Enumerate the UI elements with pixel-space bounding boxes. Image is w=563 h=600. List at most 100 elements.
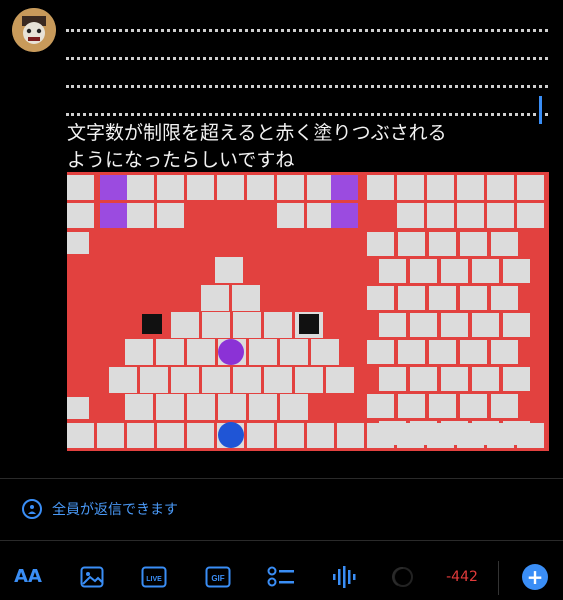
add-tweet-button[interactable]: + — [521, 553, 549, 600]
brick — [367, 232, 394, 256]
brick — [295, 367, 323, 393]
brick — [367, 394, 394, 418]
brick — [441, 367, 468, 391]
char-counter: -442 — [440, 553, 484, 600]
brick — [67, 423, 94, 448]
brick — [215, 257, 243, 283]
brick — [398, 232, 425, 256]
image-icon — [80, 566, 104, 587]
brick — [337, 423, 364, 448]
purple-block — [100, 175, 127, 200]
text-size-button[interactable]: AA — [12, 553, 44, 600]
brick — [503, 259, 530, 283]
brick — [410, 367, 437, 391]
brick — [264, 312, 292, 338]
overflow-dotted-line — [66, 94, 548, 124]
brick — [326, 367, 354, 393]
overflow-dotted-line — [66, 66, 548, 88]
brick — [307, 423, 334, 448]
brick — [398, 286, 425, 310]
brick — [97, 423, 124, 448]
brick — [503, 313, 530, 337]
gif-button[interactable]: GIF — [204, 553, 232, 600]
brick — [187, 423, 214, 448]
brick — [249, 339, 277, 365]
tweet-text[interactable]: 文字数が制限を超えると赤く塗りつぶされる ようになったらしいですね — [67, 120, 447, 174]
blue-ball — [218, 422, 244, 448]
avatar-character-icon — [12, 8, 56, 52]
brick — [156, 394, 184, 420]
brick — [429, 286, 456, 310]
brick — [367, 175, 394, 200]
live-icon: LIVE — [141, 566, 167, 587]
brick — [491, 232, 518, 256]
brick — [487, 423, 514, 448]
plus-icon: + — [522, 563, 548, 590]
brick — [379, 313, 406, 337]
brick — [427, 203, 454, 228]
live-button[interactable]: LIVE — [140, 553, 168, 600]
black-block — [142, 314, 162, 334]
reply-setting-label: 全員が返信できます — [52, 502, 178, 518]
brick — [217, 175, 244, 200]
reply-setting-button[interactable]: 全員が返信できます — [22, 499, 178, 519]
audio-button[interactable] — [330, 553, 358, 600]
char-counter-value: -442 — [446, 568, 478, 585]
brick — [398, 340, 425, 364]
brick — [233, 312, 261, 338]
overflow-dotted-line — [66, 10, 548, 32]
brick — [429, 394, 456, 418]
brick — [457, 203, 484, 228]
brick — [397, 175, 424, 200]
brick — [307, 203, 334, 228]
poll-list-icon — [267, 566, 294, 586]
brick — [472, 259, 499, 283]
brick — [517, 203, 544, 228]
brick — [171, 312, 199, 338]
brick — [280, 339, 308, 365]
brick — [379, 367, 406, 391]
toolbar-divider — [498, 561, 499, 595]
image-button[interactable] — [78, 553, 106, 600]
brick — [187, 175, 214, 200]
divider — [0, 478, 563, 479]
brick — [202, 367, 230, 393]
brick — [379, 259, 406, 283]
brick — [218, 394, 246, 420]
gif-icon: GIF — [205, 566, 231, 587]
brick — [491, 340, 518, 364]
brick — [157, 203, 184, 228]
poll-button[interactable] — [266, 553, 296, 600]
progress-ring-icon — [392, 566, 413, 587]
brick — [280, 394, 308, 420]
brick — [427, 175, 454, 200]
brick — [311, 339, 339, 365]
brick — [457, 423, 484, 448]
brick — [367, 286, 394, 310]
brick — [397, 203, 424, 228]
globe-person-icon — [22, 499, 42, 519]
brick — [247, 423, 274, 448]
audio-waveform-icon — [333, 565, 356, 588]
purple-block — [331, 203, 358, 228]
purple-block — [331, 175, 358, 200]
brick — [233, 367, 261, 393]
brick — [157, 423, 184, 448]
compose-toolbar: AA LIVE GIF -442 + — [0, 553, 563, 600]
brick — [487, 203, 514, 228]
brick — [249, 394, 277, 420]
brick — [140, 367, 168, 393]
user-avatar[interactable] — [12, 8, 56, 52]
breakout-game-image — [67, 172, 549, 451]
brick — [127, 423, 154, 448]
tweet-compose-area[interactable] — [66, 10, 548, 124]
brick — [517, 423, 544, 448]
brick — [201, 285, 229, 311]
brick — [156, 339, 184, 365]
brick — [491, 394, 518, 418]
brick — [247, 175, 274, 200]
brick — [397, 423, 424, 448]
purple-ball — [218, 339, 244, 365]
brick — [277, 423, 304, 448]
brick — [109, 367, 137, 393]
